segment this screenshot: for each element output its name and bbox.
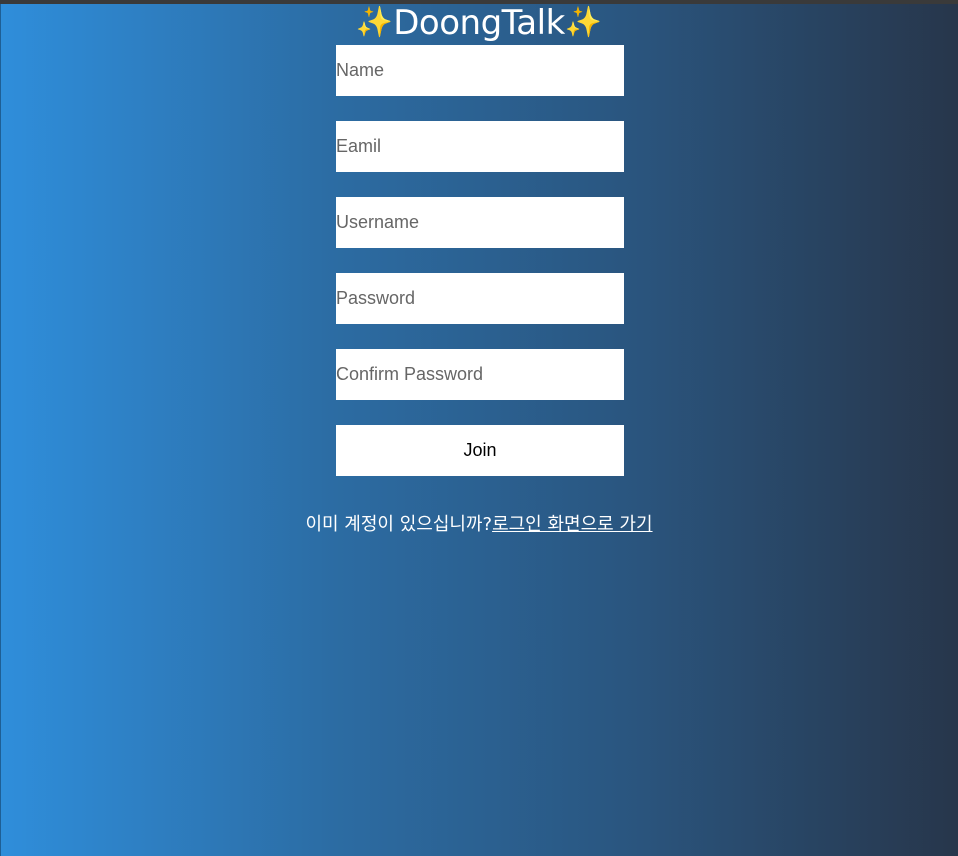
username-input[interactable] — [336, 197, 624, 248]
sparkles-icon: ✨ — [355, 6, 394, 39]
login-link[interactable]: 로그인 화면으로 가기 — [492, 514, 652, 535]
sparkles-icon: ✨ — [564, 6, 603, 39]
window-left-edge — [0, 4, 1, 856]
join-button[interactable]: Join — [336, 425, 624, 476]
app-header: ✨ DoongTalk ✨ — [0, 3, 958, 43]
signup-form: Join — [336, 45, 624, 476]
confirm-password-input[interactable] — [336, 349, 624, 400]
login-prompt: 이미 계정이 있으십니까?로그인 화면으로 가기 — [0, 512, 958, 538]
app-title: DoongTalk — [393, 3, 565, 43]
name-input[interactable] — [336, 45, 624, 96]
email-input[interactable] — [336, 121, 624, 172]
password-input[interactable] — [336, 273, 624, 324]
login-prompt-text: 이미 계정이 있으십니까? — [305, 514, 493, 535]
